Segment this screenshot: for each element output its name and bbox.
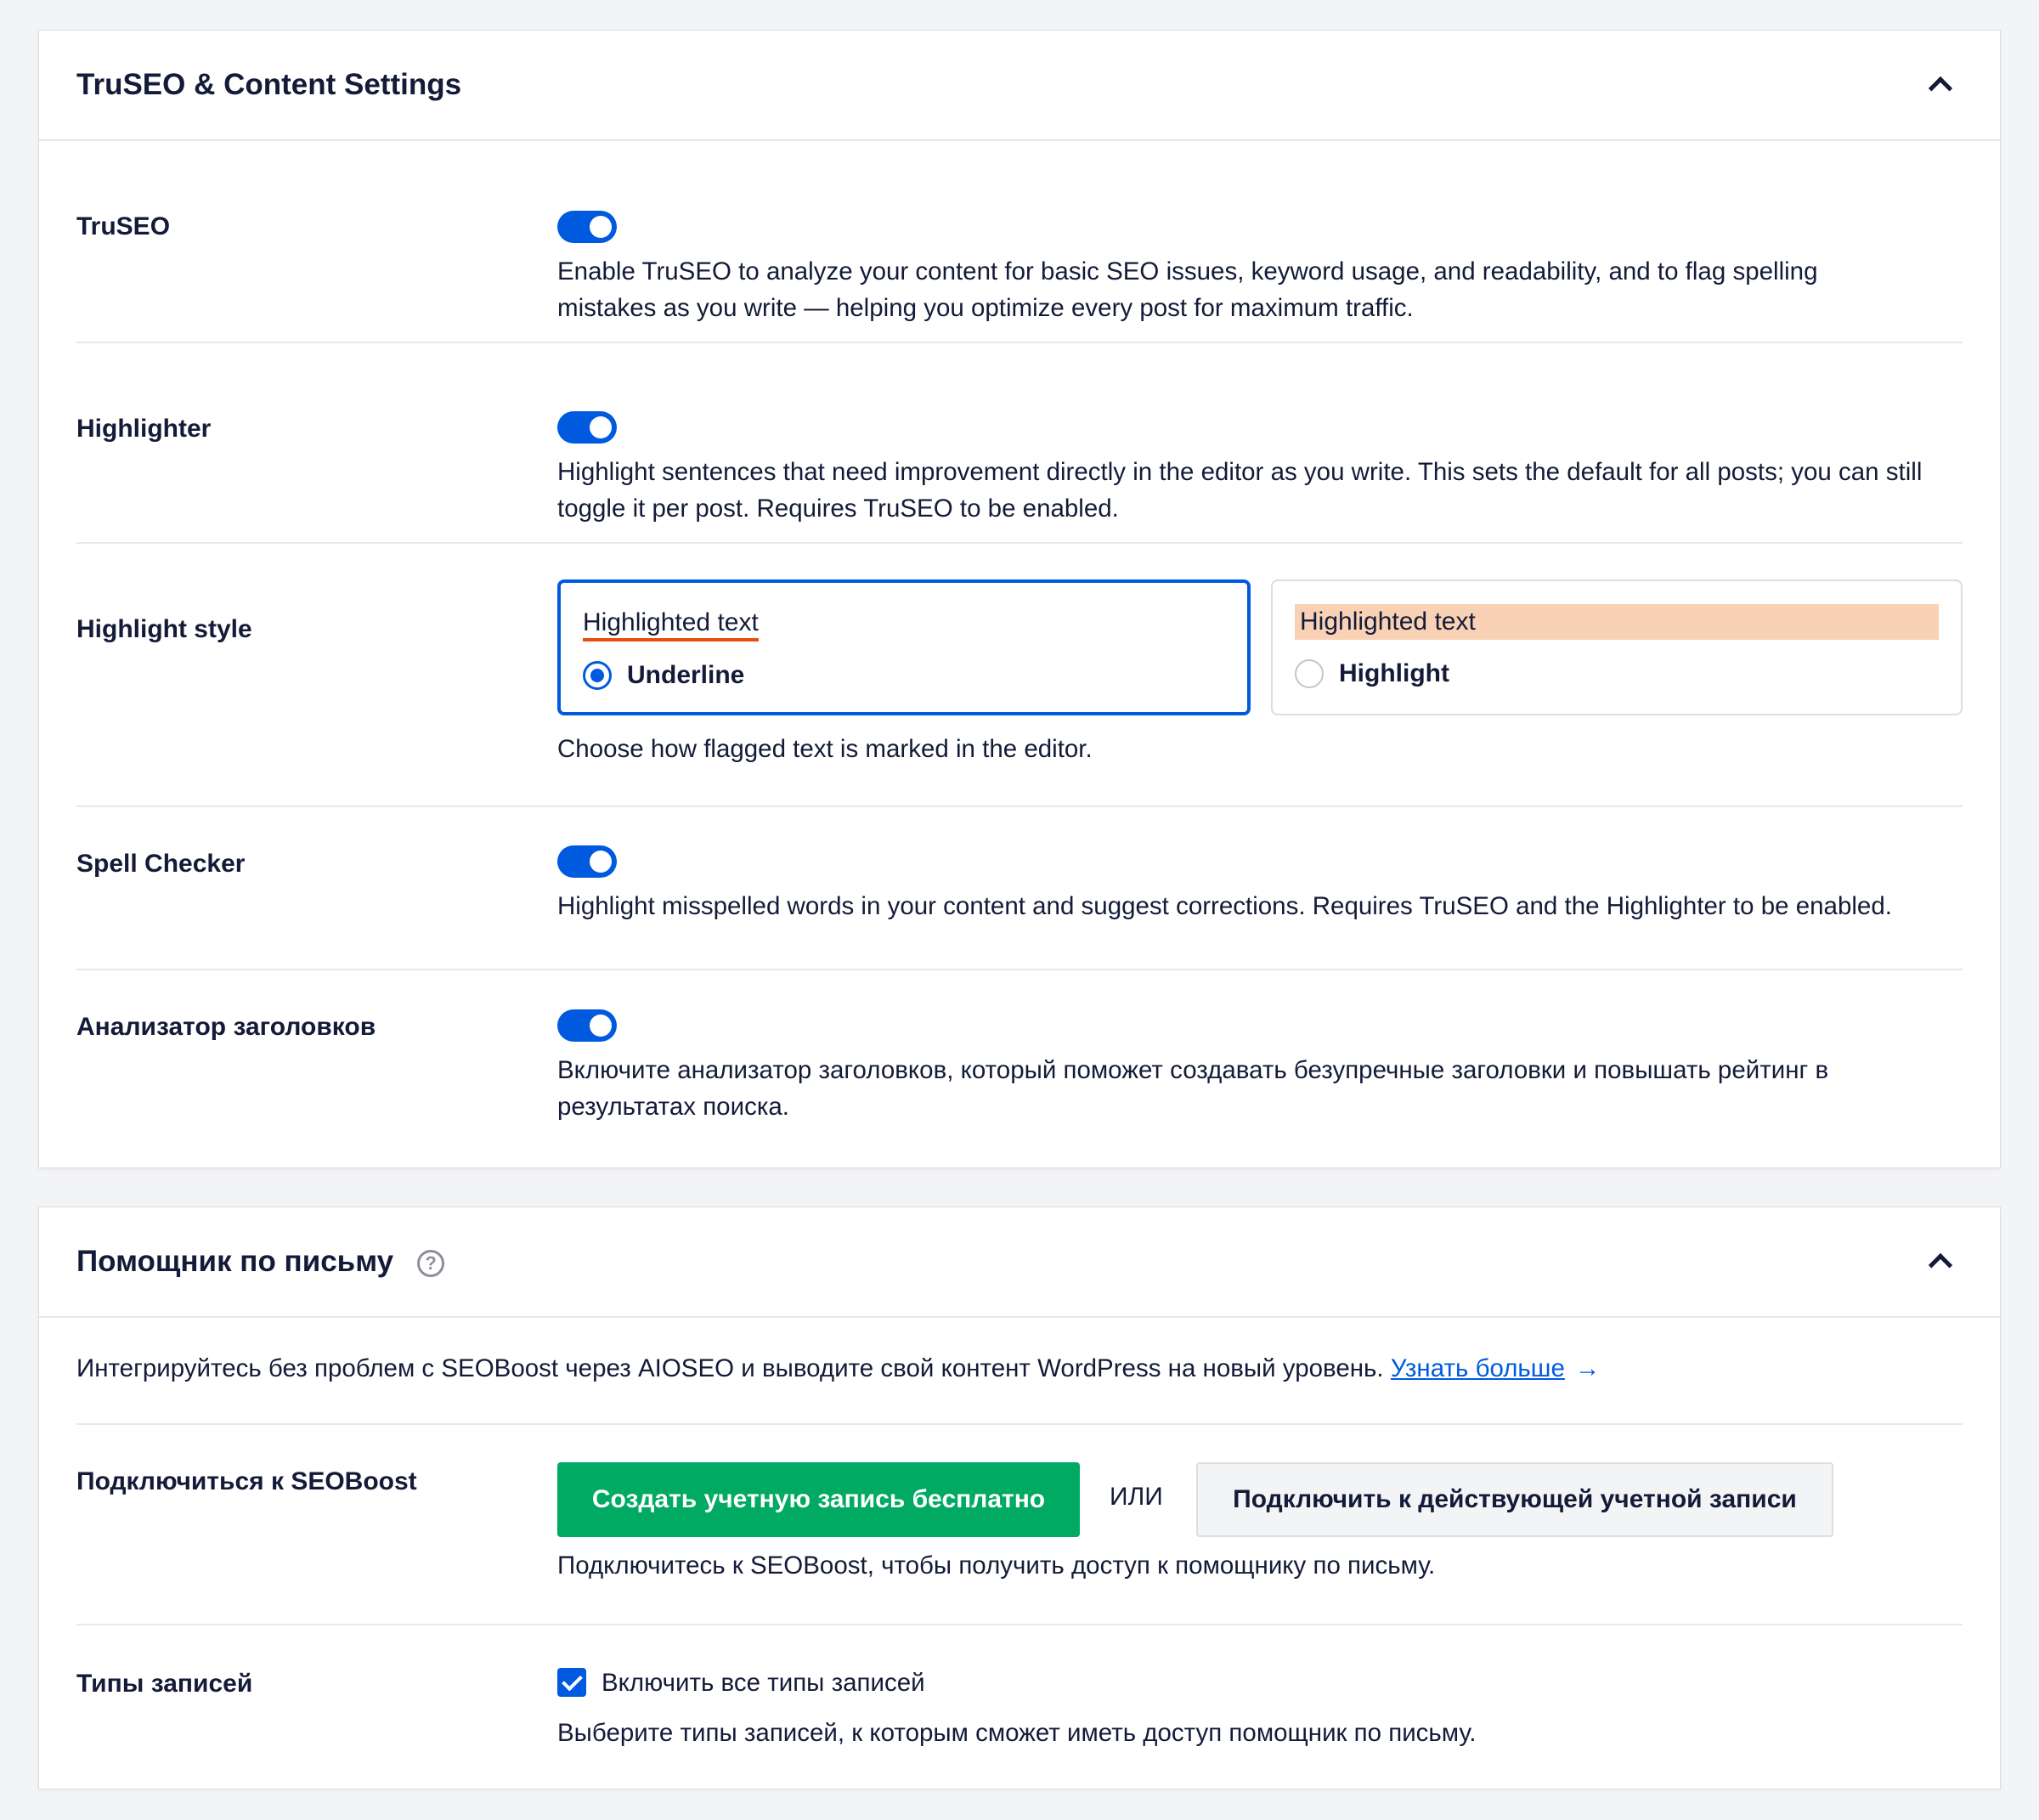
panel-header[interactable]: Помощник по письму ? xyxy=(39,1207,2000,1318)
learn-more-link[interactable]: Узнать больше xyxy=(1391,1354,1565,1382)
include-all-post-types-checkbox[interactable] xyxy=(557,1668,586,1697)
highlight-sample-text: Highlighted text xyxy=(1295,604,1939,640)
toggle-knob xyxy=(590,216,612,238)
setting-label: TruSEO xyxy=(76,212,171,240)
setting-row-spell-checker: Spell Checker Highlight misspelled words… xyxy=(76,807,1963,970)
intro-row: Интегрируйтесь без проблем с SEOBoost че… xyxy=(76,1318,1963,1425)
truseo-toggle[interactable] xyxy=(557,211,617,243)
intro-text: Интегрируйтесь без проблем с SEOBoost че… xyxy=(76,1350,1600,1387)
setting-description: Choose how flagged text is marked in the… xyxy=(557,735,1093,763)
setting-row-truseo: TruSEO Enable TruSEO to analyze your con… xyxy=(76,141,1963,343)
setting-label: Highlight style xyxy=(76,615,252,643)
setting-description: Highlight misspelled words in your conte… xyxy=(557,892,1892,920)
toggle-knob xyxy=(590,1015,612,1037)
setting-label: Spell Checker xyxy=(76,850,246,878)
setting-row-post-types: Типы записей Включить все типы записей В… xyxy=(76,1625,1963,1787)
panel-header[interactable]: TruSEO & Content Settings xyxy=(39,31,2000,141)
help-icon[interactable]: ? xyxy=(417,1250,445,1277)
create-account-button[interactable]: Создать учетную запись бесплатно xyxy=(557,1462,1080,1537)
setting-description: Включите анализатор заголовков, который … xyxy=(557,1056,1829,1121)
or-separator: ИЛИ xyxy=(1110,1483,1163,1511)
intro-description: Интегрируйтесь без проблем с SEOBoost че… xyxy=(76,1354,1384,1382)
toggle-knob xyxy=(590,416,612,438)
setting-row-highlighter: Highlighter Highlight sentences that nee… xyxy=(76,343,1963,544)
underline-radio-label: Underline xyxy=(627,661,745,689)
setting-label: Типы записей xyxy=(76,1670,253,1698)
setting-description: Выберите типы записей, к которым сможет … xyxy=(557,1719,1477,1747)
setting-row-headline-analyzer: Анализатор заголовков Включите анализато… xyxy=(76,970,1963,1166)
panel-title: TruSEO & Content Settings xyxy=(76,68,462,101)
toggle-knob xyxy=(590,851,612,873)
setting-description: Highlight sentences that need improvemen… xyxy=(557,458,1923,523)
setting-row-highlight-style: Highlight style Highlighted text Underli… xyxy=(76,544,1963,807)
setting-label: Подключиться к SEOBoost xyxy=(76,1467,417,1495)
panel-title: Помощник по письму xyxy=(76,1245,394,1278)
setting-description: Подключитесь к SEOBoost, чтобы получить … xyxy=(557,1552,1436,1580)
truseo-settings-panel: TruSEO & Content Settings TruSEO Enable … xyxy=(38,30,2001,1168)
connect-existing-account-button[interactable]: Подключить к действующей учетной записи xyxy=(1196,1462,1833,1537)
setting-description: Enable TruSEO to analyze your content fo… xyxy=(557,257,1818,322)
chevron-up-icon[interactable] xyxy=(1928,1252,1953,1278)
style-option-highlight[interactable]: Highlighted text Highlight xyxy=(1271,579,1963,715)
arrow-right-icon: → xyxy=(1574,1354,1601,1382)
setting-label: Highlighter xyxy=(76,415,212,443)
chevron-up-icon[interactable] xyxy=(1928,76,1953,101)
writing-assistant-panel: Помощник по письму ? Интегрируйтесь без … xyxy=(38,1207,2001,1789)
underline-radio[interactable] xyxy=(583,661,612,690)
underline-sample-text: Highlighted text xyxy=(583,608,759,642)
highlighter-toggle[interactable] xyxy=(557,411,617,444)
headline-analyzer-toggle[interactable] xyxy=(557,1009,617,1042)
highlight-radio-label: Highlight xyxy=(1339,659,1449,687)
checkbox-label[interactable]: Включить все типы записей xyxy=(602,1665,925,1701)
style-option-underline[interactable]: Highlighted text Underline xyxy=(557,579,1251,715)
spell-checker-toggle[interactable] xyxy=(557,845,617,878)
highlight-radio[interactable] xyxy=(1295,659,1324,688)
setting-label: Анализатор заголовков xyxy=(76,1013,376,1041)
setting-row-connect: Подключиться к SEOBoost Создать учетную … xyxy=(76,1425,1963,1625)
